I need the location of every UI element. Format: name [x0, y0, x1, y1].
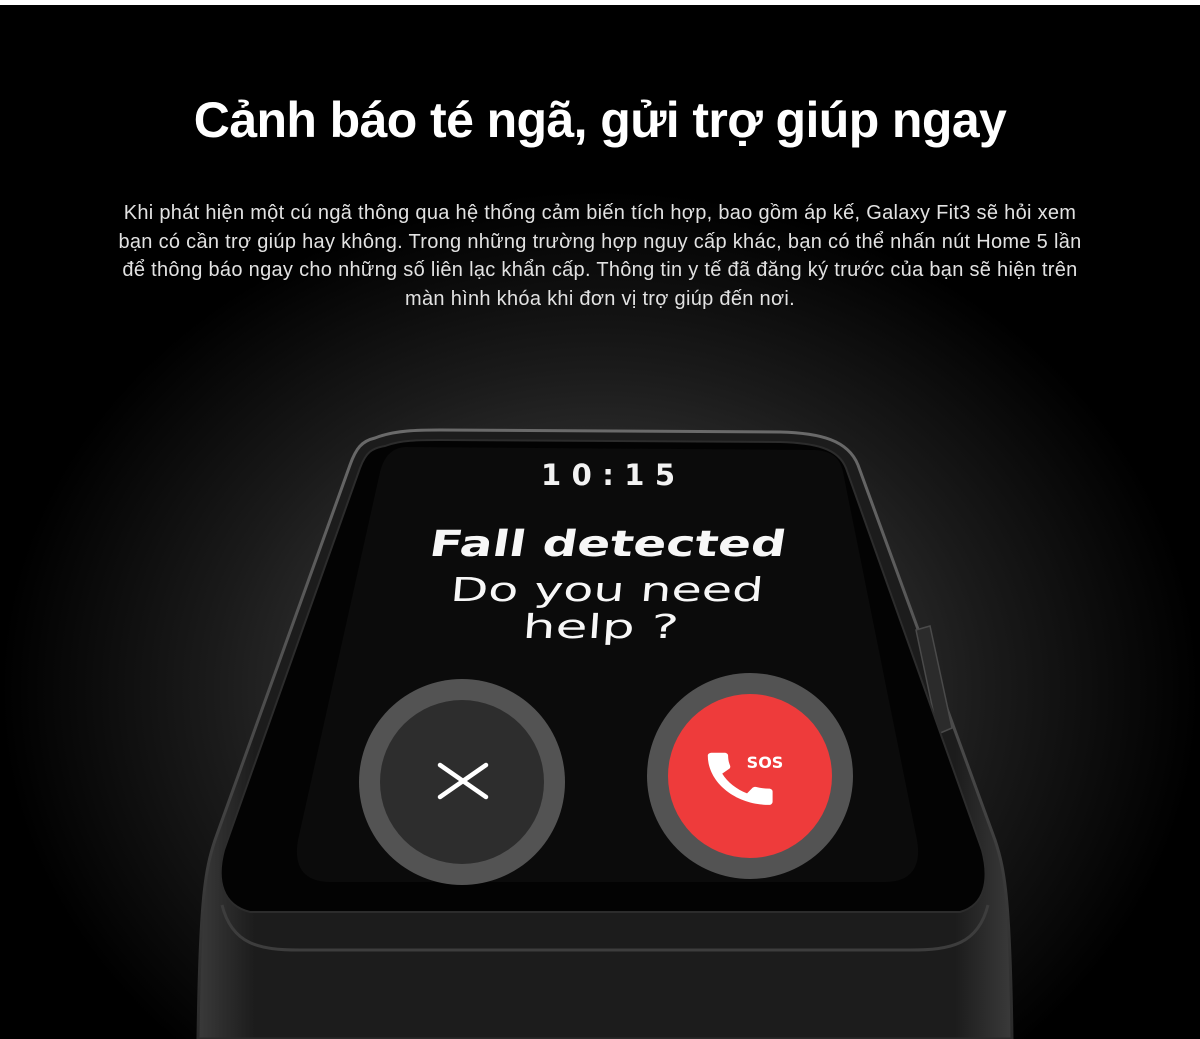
alert-title: Fall detected: [427, 522, 790, 565]
galaxy-fit3-render: 10:15 Fall detected Do you need help ? S…: [196, 428, 1014, 1039]
sos-button: SOS: [647, 673, 853, 879]
intro-line: màn hình khóa khi đơn vị trợ giúp đến nơ…: [405, 287, 795, 310]
intro-paragraph: Khi phát hiện một cú ngã thông qua hệ th…: [0, 199, 1200, 313]
prompt-line-2: help ?: [521, 607, 680, 646]
watch-time: 10:15: [541, 458, 675, 492]
intro-line: bạn có cần trợ giúp hay không. Trong nhữ…: [118, 230, 1082, 253]
intro-line: để thông báo ngay cho những số liên lạc …: [122, 259, 1078, 282]
intro-line: Khi phát hiện một cú ngã thông qua hệ th…: [123, 202, 1077, 224]
page-title: Cảnh báo té ngã, gửi trợ giúp ngay: [193, 92, 1007, 148]
sos-label: SOS: [747, 753, 784, 772]
prompt-line-1: Do you need: [449, 570, 765, 609]
dismiss-button: [359, 679, 565, 885]
sos-button-face: [668, 694, 832, 858]
